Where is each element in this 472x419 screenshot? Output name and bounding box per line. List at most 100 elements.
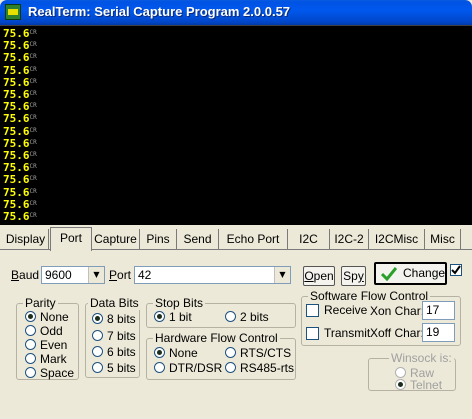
check-icon [451, 265, 461, 275]
terminal-line: 75.6CR [3, 125, 37, 137]
terminal-line: 75.6CR [3, 112, 37, 125]
terminal-line: 75.6CR [3, 27, 37, 40]
stop-bits-group: Stop Bits 1 bit 2 bits [146, 296, 296, 328]
spy-button[interactable]: Spy [341, 266, 366, 286]
radio-button[interactable] [154, 347, 165, 358]
radio-button[interactable] [225, 347, 236, 358]
tab-i2cmisc[interactable]: I2CMisc [369, 229, 425, 249]
radio-button[interactable] [92, 330, 103, 341]
baud-select[interactable]: 9600 ▼ [41, 266, 105, 284]
winsock-group: Winsock is: Raw Telnet [368, 351, 456, 392]
terminal-value: 75.6 [3, 75, 30, 89]
radio-button[interactable] [92, 346, 103, 357]
terminal-line: 75.6CR [3, 149, 37, 162]
parity-option-label: Space [40, 366, 75, 380]
terminal-value: 75.6 [3, 100, 30, 114]
port-label: Port [109, 268, 132, 282]
radio-button[interactable] [25, 367, 36, 378]
cr-glyph: CR [29, 175, 37, 183]
terminal-value: 75.6 [3, 185, 30, 199]
radio-button[interactable] [225, 311, 236, 322]
radio-button[interactable] [225, 362, 236, 373]
radio-button[interactable] [395, 367, 406, 378]
parity-option-label: Even [40, 338, 68, 352]
xoff-label: Xoff Char: [370, 326, 424, 340]
tab-i2c[interactable]: I2C [288, 229, 330, 249]
radio-button[interactable] [92, 313, 103, 324]
data-bits-option-label: 8 bits [107, 312, 136, 326]
port-select[interactable]: 42 ▼ [134, 266, 291, 284]
change-button[interactable]: Change [374, 262, 447, 285]
cr-glyph: CR [29, 138, 37, 146]
radio-button[interactable] [154, 362, 165, 373]
terminal-value: 75.6 [3, 88, 30, 101]
parity-option-label: Mark [40, 352, 67, 366]
software-flow-title: Software Flow Control [308, 289, 431, 303]
stop-bits-title: Stop Bits [153, 296, 206, 310]
data-bits-option-label: 7 bits [107, 329, 136, 343]
chevron-down-icon[interactable]: ▼ [274, 267, 290, 283]
cr-glyph: CR [29, 53, 37, 61]
terminal-line: 75.6CR [3, 198, 37, 210]
terminal-line: 75.6CR [3, 76, 37, 88]
tab-capture[interactable]: Capture [92, 229, 140, 249]
tab-port[interactable]: Port [50, 227, 92, 251]
radio-button[interactable] [154, 311, 165, 322]
radio-button[interactable] [25, 325, 36, 336]
tab-send[interactable]: Send [177, 229, 219, 249]
terminal-line: 75.6CR [3, 210, 37, 223]
terminal-line: 75.6CR [3, 64, 37, 76]
tab-strip: Display Port Capture Pins Send Echo Port I2C I2… [0, 227, 472, 251]
parity-title: Parity [23, 296, 58, 310]
tab-echo-port[interactable]: Echo Port [219, 229, 288, 249]
cr-glyph: CR [29, 163, 37, 171]
radio-button[interactable] [25, 311, 36, 322]
transmit-checkbox[interactable] [306, 327, 319, 340]
terminal-line: 75.6CR [3, 100, 37, 114]
tab-display[interactable]: Display [3, 229, 49, 249]
open-button[interactable]: Open [303, 266, 335, 286]
terminal-line: 75.6CR [3, 137, 37, 149]
stop-bits-option-label: 2 bits [240, 310, 269, 324]
terminal-line: 75.6CR [3, 88, 37, 101]
hardware-flow-option-label: None [169, 346, 198, 360]
terminal-line: 75.6CR [3, 186, 37, 198]
receive-checkbox[interactable] [306, 304, 319, 317]
terminal-value: 75.6 [3, 39, 30, 53]
terminal-output[interactable]: 75.6CR 75.6CR 75.6CR 75.6CR 75.6CR 75.6CR 75.6… [0, 25, 472, 225]
xoff-input[interactable]: 19 [422, 323, 455, 342]
radio-button[interactable] [395, 379, 406, 390]
hardware-flow-option-label: DTR/DSR [169, 361, 223, 375]
app-icon [5, 4, 21, 20]
terminal-value: 75.6 [3, 63, 30, 77]
cr-glyph: CR [29, 102, 37, 110]
terminal-value: 75.6 [3, 161, 30, 175]
cr-glyph: CR [29, 151, 37, 158]
radio-button[interactable] [25, 353, 36, 364]
tab-pins[interactable]: Pins [140, 229, 177, 249]
checkmark-icon [381, 267, 397, 281]
data-bits-option-label: 6 bits [107, 345, 136, 359]
terminal-value: 75.6 [3, 51, 30, 65]
radio-button[interactable] [25, 339, 36, 350]
title-bar[interactable]: RealTerm: Serial Capture Program 2.0.0.5… [0, 0, 472, 25]
cr-glyph: CR [29, 41, 37, 49]
terminal-value: 75.6 [3, 124, 30, 138]
radio-button[interactable] [92, 362, 103, 373]
hardware-flow-group: Hardware Flow Control None RTS/CTS DTR/DSR… [146, 331, 296, 380]
transmit-label: Transmit [324, 326, 371, 340]
xon-input[interactable]: 17 [422, 301, 455, 320]
terminal-value: 75.6 [3, 197, 30, 211]
terminal-line: 75.6CR [3, 51, 37, 65]
chevron-down-icon[interactable]: ▼ [88, 267, 104, 283]
terminal-line: 75.6CR [3, 173, 37, 186]
change-checkbox[interactable] [450, 264, 462, 276]
baud-value: 9600 [45, 268, 72, 282]
data-bits-title: Data Bits [88, 296, 141, 310]
tab-misc[interactable]: Misc [425, 229, 461, 249]
terminal-line: 75.6CR [3, 161, 37, 175]
tab-i2c-2[interactable]: I2C-2 [330, 229, 369, 249]
data-bits-group: Data Bits 8 bits 7 bits 6 bits 5 bits [85, 296, 141, 378]
winsock-option-label: Telnet [410, 378, 443, 392]
baud-label: Baud [11, 268, 40, 282]
